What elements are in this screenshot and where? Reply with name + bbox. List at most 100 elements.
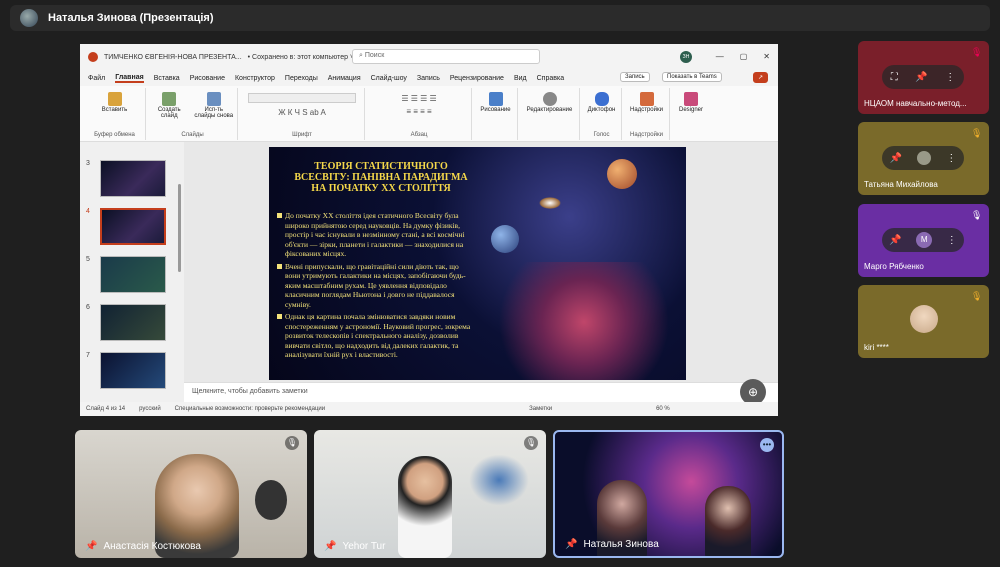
editing-button[interactable]: Редактирование — [520, 107, 579, 113]
group-slides: Создать слайд Исп-ть слайды снова Слайды — [148, 88, 238, 140]
more-icon[interactable]: ⋮ — [945, 72, 955, 83]
pin-icon[interactable]: 📌 — [324, 541, 336, 552]
tab-insert[interactable]: Вставка — [154, 75, 180, 82]
search-input[interactable]: ⌕ Поиск — [352, 49, 540, 64]
tile-controls[interactable]: ⛶ 📌 ⋮ — [882, 65, 964, 89]
thumb-number: 4 — [86, 208, 90, 215]
participant-tile[interactable]: 🎙 ⛶ 📌 ⋮ НЦАОМ навчально-метод... — [858, 41, 989, 114]
pin-icon[interactable]: 📌 — [85, 541, 97, 552]
addins-icon[interactable] — [639, 92, 654, 106]
tab-file[interactable]: Файл — [88, 75, 105, 82]
status-language[interactable]: русский — [139, 406, 161, 412]
zoom-level[interactable]: 60 % — [656, 406, 670, 412]
status-bar: Слайд 4 из 14 русский Специальные возмож… — [80, 402, 778, 416]
shared-screen[interactable]: ТИМЧЕНКО ЄВГЕНІЯ-НОВА ПРЕЗЕНТА... • Сохр… — [80, 44, 778, 416]
designer-button[interactable]: Designer — [672, 107, 710, 113]
designer-icon[interactable] — [684, 92, 698, 106]
participant-video-active[interactable]: ••• 📌 Наталья Зинова — [553, 430, 784, 558]
tab-record[interactable]: Запись — [417, 75, 440, 82]
pin-icon[interactable]: 📌 — [890, 153, 902, 164]
microphone-icon[interactable] — [594, 92, 609, 106]
tab-review[interactable]: Рецензирование — [450, 75, 504, 82]
more-icon[interactable]: ⋮ — [946, 153, 956, 164]
group-label-font: Шрифт — [292, 132, 312, 138]
thumb-number: 6 — [86, 304, 90, 311]
slide-body: До початку XX століття ідея статичного В… — [277, 211, 475, 363]
pin-icon[interactable]: 📌 — [889, 235, 901, 246]
notes-toggle[interactable]: Заметки — [529, 406, 552, 412]
shapes-icon[interactable] — [488, 92, 503, 106]
participant-tile[interactable]: 🎙 📌 M ⋮ Марго Рябченко — [858, 204, 989, 277]
planet-image — [607, 159, 637, 189]
pin-icon[interactable]: 📌 — [565, 539, 577, 550]
tab-transitions[interactable]: Переходы — [285, 75, 318, 82]
avatar: M — [916, 232, 933, 248]
minimize-icon[interactable]: — — [716, 52, 724, 61]
search-placeholder: Поиск — [364, 52, 385, 59]
wall-clock — [255, 480, 287, 520]
dictate-button[interactable]: Диктофон — [582, 107, 621, 113]
world-map-decor — [464, 450, 534, 510]
more-icon[interactable]: ••• — [760, 438, 774, 452]
tile-controls[interactable]: 📌 M ⋮ — [882, 228, 964, 252]
share-icon[interactable]: ↗ — [753, 72, 769, 83]
slide-thumbnail[interactable] — [100, 256, 166, 293]
nebula-image — [479, 262, 686, 380]
participant-tile[interactable]: 🎙 kiri **** — [858, 285, 989, 358]
participant-video[interactable]: 🎙 📌 Анастасія Костюкова — [75, 430, 307, 558]
participant-name: НЦАОМ навчально-метод... — [864, 99, 967, 108]
participant-tile[interactable]: 🎙 📌 ⋮ Татьяна Михайлова — [858, 122, 989, 195]
group-label-addins: Надстройки — [630, 132, 663, 138]
addins-button[interactable]: Надстройки — [624, 107, 669, 113]
thumbnails-scrollbar[interactable] — [178, 184, 181, 272]
notes-field[interactable]: Щелкните, чтобы добавить заметки — [184, 382, 778, 402]
new-slide-button[interactable]: Создать слайд — [151, 107, 187, 119]
group-font: Ж К Ч S ab A Шрифт — [240, 88, 365, 140]
mic-off-icon: 🎙 — [971, 128, 983, 138]
reuse-slides-button[interactable]: Исп-ть слайды снова — [194, 107, 234, 119]
tab-design[interactable]: Конструктор — [235, 75, 275, 82]
group-designer: Designer — [672, 88, 710, 140]
font-name-select[interactable] — [248, 93, 356, 103]
tab-draw[interactable]: Рисование — [190, 75, 225, 82]
participant-video[interactable]: 🎙 📌 Yehor Tur — [314, 430, 546, 558]
thumb-number: 7 — [86, 352, 90, 359]
paragraph-buttons[interactable]: ☰ ☰ ☰ ☰ — [367, 94, 471, 103]
current-slide[interactable]: ТЕОРІЯ СТАТИСТИЧНОГО ВСЕСВІТУ: ПАНІВНА П… — [269, 147, 686, 380]
maximize-icon[interactable]: ▢ — [740, 52, 748, 61]
font-format-buttons[interactable]: Ж К Ч S ab A — [240, 108, 364, 117]
show-in-teams-button[interactable]: Показать в Teams — [662, 72, 722, 82]
align-buttons[interactable]: ≡ ≡ ≡ ≡ — [367, 107, 471, 116]
reuse-slides-icon[interactable] — [206, 92, 221, 106]
tab-slideshow[interactable]: Слайд-шоу — [371, 75, 407, 82]
tab-home[interactable]: Главная — [115, 74, 144, 83]
find-icon[interactable] — [542, 92, 557, 106]
group-voice: Диктофон Голос — [582, 88, 622, 140]
powerpoint-icon — [88, 52, 98, 62]
thumb-number: 5 — [86, 256, 90, 263]
tab-view[interactable]: Вид — [514, 75, 527, 82]
status-accessibility[interactable]: Специальные возможности: проверьте реком… — [175, 406, 325, 412]
slide-thumbnail[interactable] — [100, 304, 166, 341]
paste-icon[interactable] — [107, 92, 122, 106]
group-drawing: Рисование — [474, 88, 518, 140]
slide-thumbnail[interactable] — [100, 160, 166, 197]
pin-icon[interactable]: 📌 — [915, 72, 927, 83]
slide-thumbnail-selected[interactable] — [100, 208, 166, 245]
drawing-button[interactable]: Рисование — [474, 107, 517, 113]
fullscreen-icon[interactable]: ⛶ — [891, 72, 898, 83]
presenter-bar: Наталья Зинова (Презентація) — [10, 5, 990, 31]
tab-help[interactable]: Справка — [537, 75, 564, 82]
close-icon[interactable]: ✕ — [763, 52, 770, 61]
tab-animation[interactable]: Анимация — [328, 75, 361, 82]
save-status[interactable]: • Сохранено в: этот компьютер ˅ — [248, 54, 354, 61]
slide-thumbnail[interactable] — [100, 352, 166, 389]
tile-controls[interactable]: 📌 ⋮ — [882, 146, 964, 170]
paste-button[interactable]: Вставить — [84, 107, 145, 113]
mic-off-icon: 🎙 — [971, 210, 983, 220]
user-avatar[interactable]: ЗН — [680, 51, 692, 63]
record-button[interactable]: Запись — [620, 72, 650, 82]
participant-name-text: Анастасія Костюкова — [103, 541, 201, 552]
more-icon[interactable]: ⋮ — [947, 235, 957, 246]
new-slide-icon[interactable] — [162, 92, 177, 106]
